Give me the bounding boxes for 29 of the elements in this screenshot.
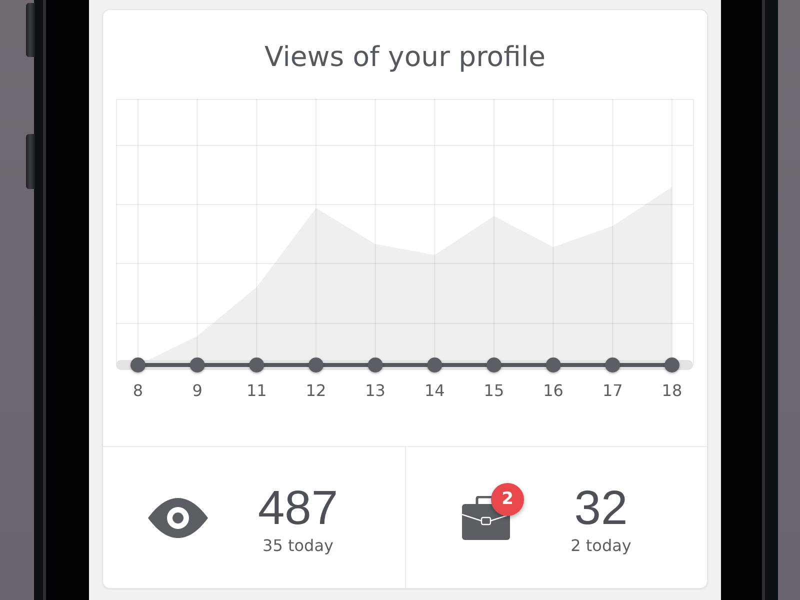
x-axis-label: 8: [132, 381, 144, 400]
x-axis-label: 12: [306, 381, 326, 400]
stat-value: 487: [258, 482, 338, 534]
chart-point: [190, 358, 205, 372]
chart-point: [427, 358, 442, 372]
x-axis-label: 15: [484, 381, 504, 400]
x-axis-label: 9: [192, 381, 202, 400]
x-axis-label: 18: [662, 381, 682, 400]
side-button[interactable]: [26, 134, 35, 189]
chart-point: [546, 358, 561, 372]
stat-caption: 2 today: [570, 534, 632, 556]
count-badge: 2: [491, 482, 524, 516]
chart-point: [249, 358, 264, 372]
chart-point: [486, 358, 502, 372]
eye-icon: [148, 498, 208, 538]
x-axis-label: 13: [365, 381, 386, 400]
chart-point: [664, 358, 680, 372]
x-axis-label: 16: [543, 381, 564, 400]
side-button[interactable]: [26, 3, 35, 57]
card-title: Views of your profile: [264, 40, 546, 74]
x-axis-label: 14: [424, 381, 445, 400]
x-axis-label: 17: [602, 381, 623, 400]
stat-value: 32: [574, 482, 628, 534]
chart-point: [308, 358, 324, 372]
chart-point: [130, 358, 146, 372]
stat-caption: 35 today: [262, 534, 334, 556]
x-axis-label: 11: [246, 381, 267, 400]
chart-point: [605, 358, 620, 372]
chart-point: [368, 358, 383, 372]
